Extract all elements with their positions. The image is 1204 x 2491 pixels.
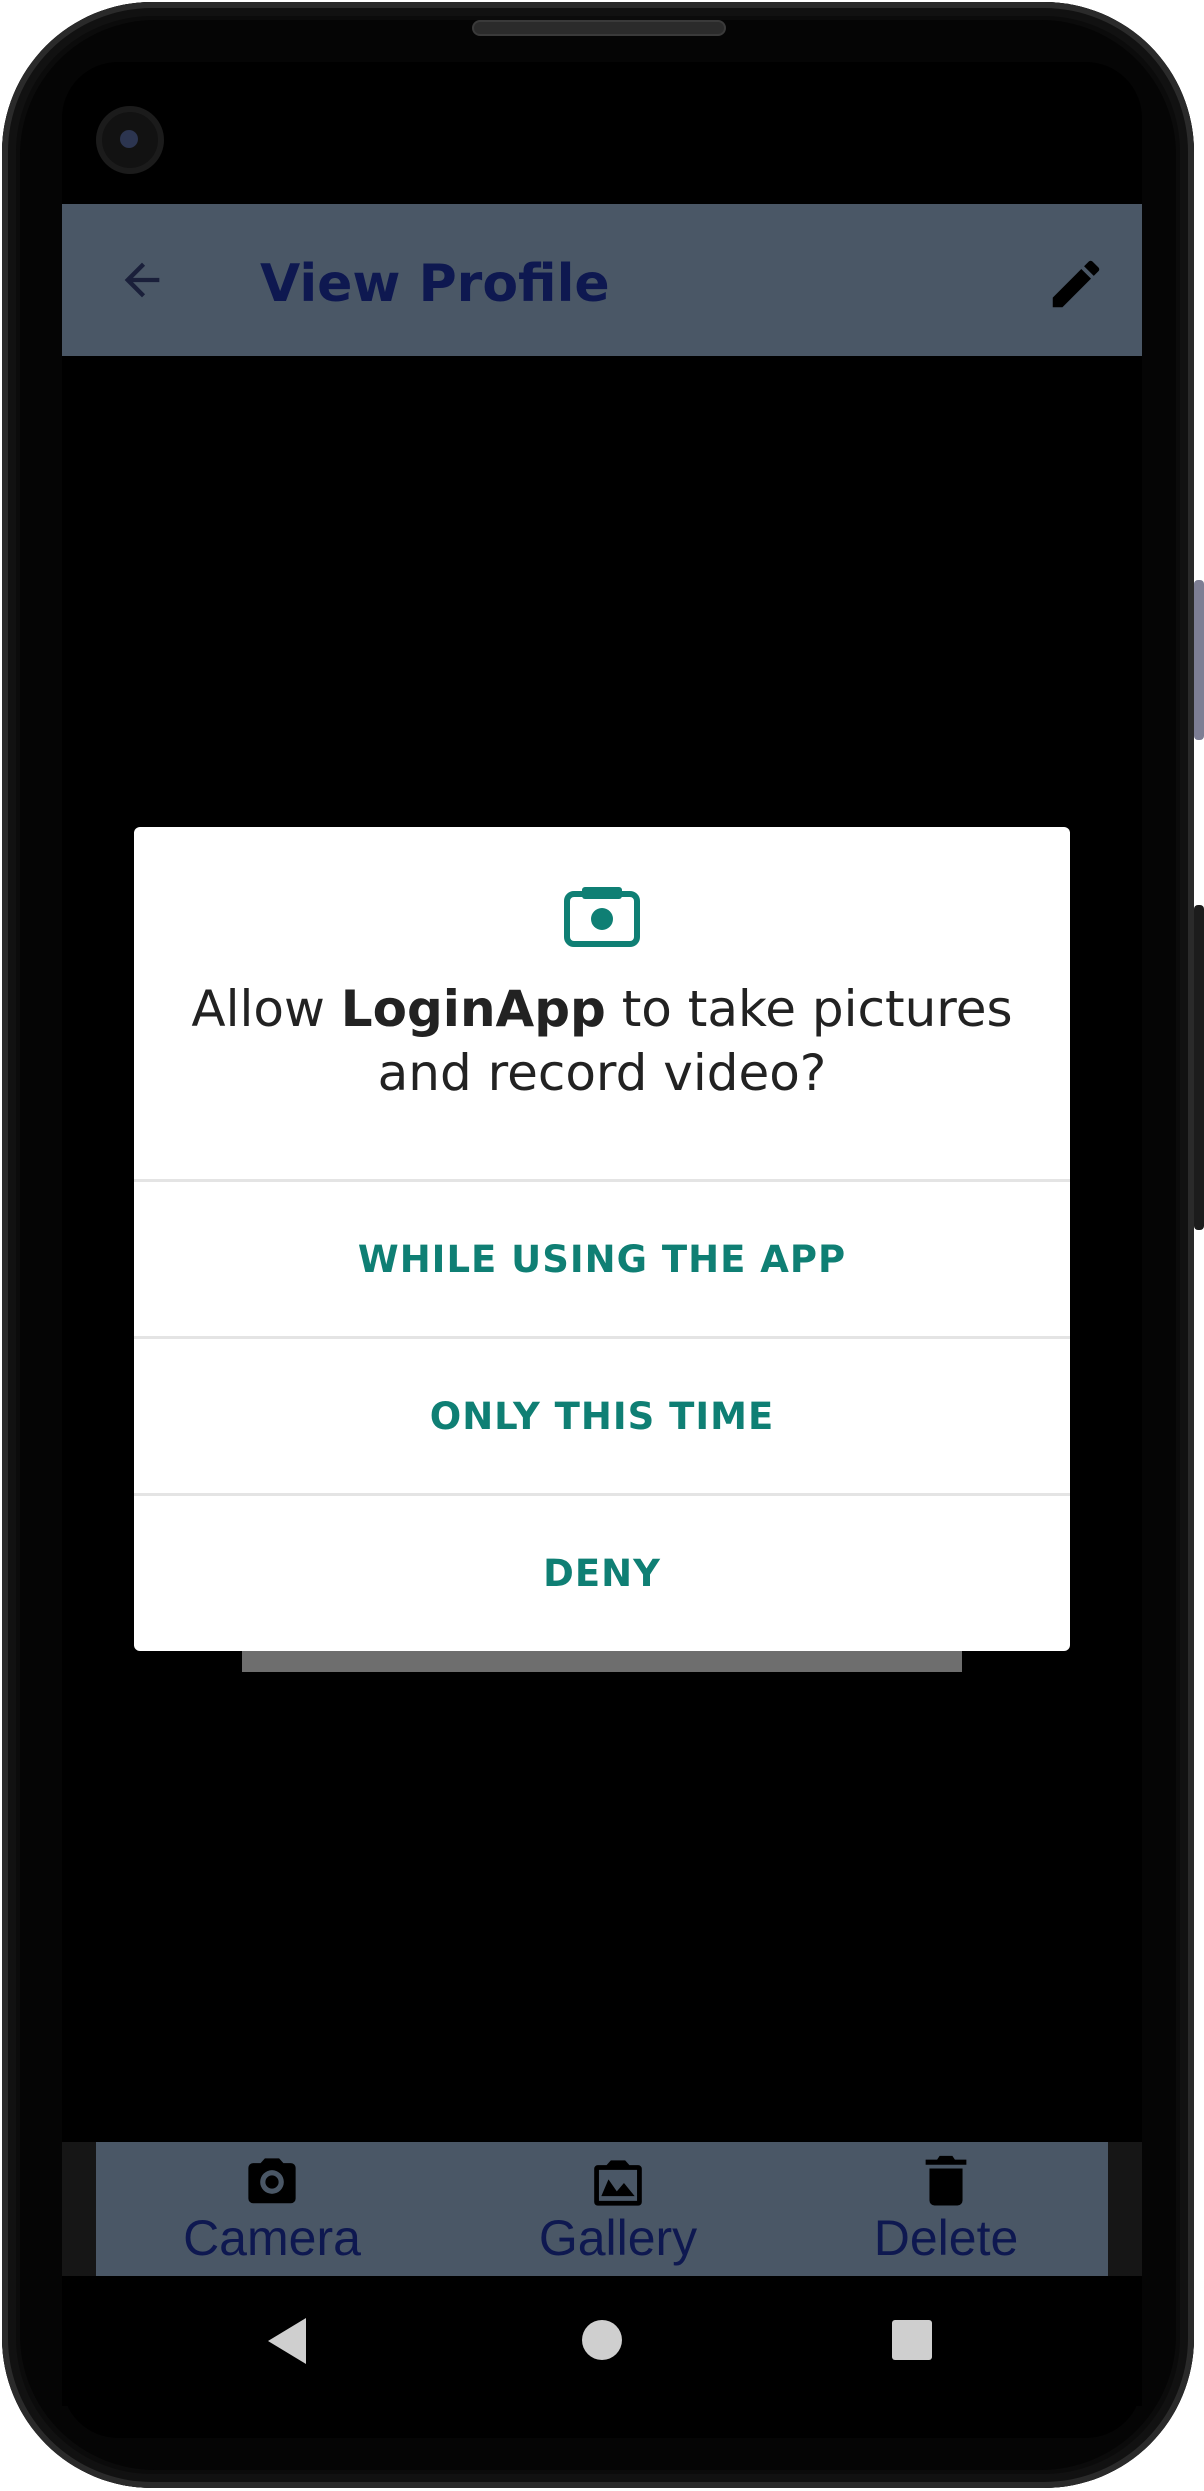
power-button [1194, 905, 1204, 1230]
gallery-icon [594, 2160, 642, 2206]
front-camera-icon [102, 112, 158, 168]
page-title: View Profile [260, 254, 610, 314]
gallery-label: Gallery [538, 2210, 698, 2266]
pencil-icon [1052, 260, 1100, 308]
allow-once-button[interactable]: ONLY THIS TIME [134, 1339, 1070, 1493]
arrow-back-icon [124, 262, 160, 298]
camera-action[interactable]: Camera [172, 2142, 372, 2276]
camera-icon [564, 887, 640, 947]
nav-recents-icon[interactable] [892, 2320, 932, 2360]
nav-home-icon[interactable] [582, 2320, 622, 2360]
nav-back-icon[interactable] [268, 2318, 306, 2364]
app-name: LoginApp [340, 980, 606, 1038]
allow-while-using-button[interactable]: WHILE USING THE APP [134, 1182, 1070, 1336]
camera-label: Camera [183, 2210, 361, 2266]
delete-label: Delete [873, 2210, 1019, 2266]
back-button[interactable] [106, 244, 178, 316]
edit-button[interactable] [1040, 248, 1112, 320]
delete-action[interactable]: Delete [846, 2142, 1046, 2276]
earpiece-speaker [472, 20, 726, 36]
trash-icon [925, 2155, 967, 2206]
permission-dialog: Allow LoginApp to take pictures and reco… [134, 827, 1070, 1651]
permission-message: Allow LoginApp to take pictures and reco… [191, 980, 1013, 1102]
gallery-action[interactable]: Gallery [518, 2142, 718, 2276]
camera-icon [248, 2158, 296, 2204]
deny-button[interactable]: DENY [134, 1496, 1070, 1651]
volume-button [1194, 580, 1204, 740]
